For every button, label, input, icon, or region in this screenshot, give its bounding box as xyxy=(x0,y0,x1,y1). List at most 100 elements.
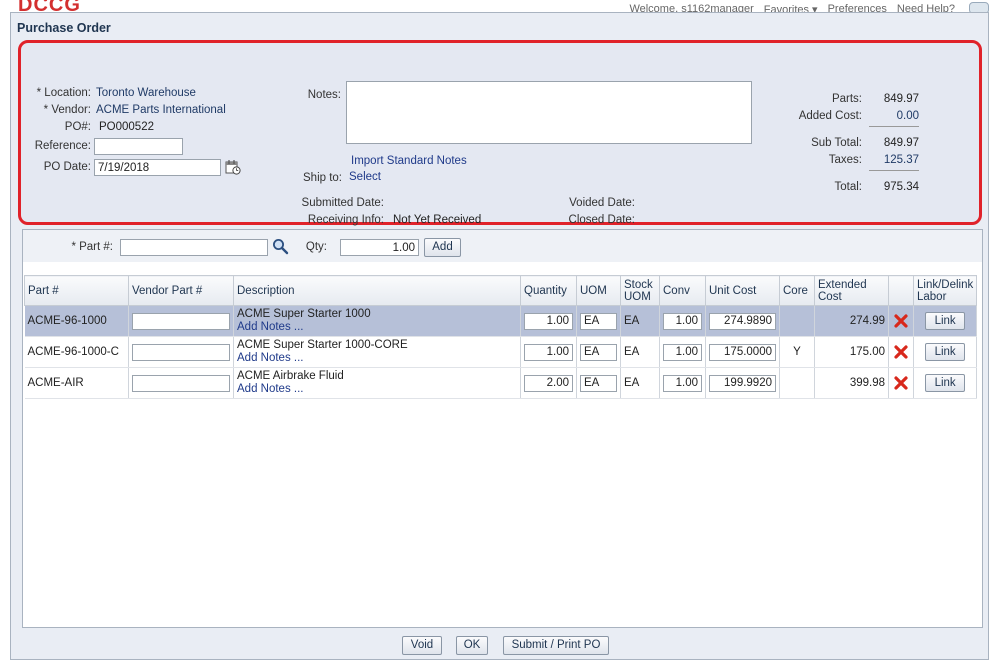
delete-icon[interactable] xyxy=(894,376,908,390)
reference-label: Reference: xyxy=(34,140,91,152)
total-label: Total: xyxy=(834,181,863,193)
cell-part: ACME-AIR xyxy=(24,367,129,399)
add-notes-link[interactable]: Add Notes ... xyxy=(237,321,517,334)
subtotal-value: 849.97 xyxy=(883,137,919,149)
voided-date-label: Voided Date: xyxy=(569,197,635,209)
app-logo: DCCG xyxy=(18,0,81,14)
cell-description: ACME Super Starter 1000-CORE Add Notes .… xyxy=(233,336,521,368)
uom-input[interactable] xyxy=(580,343,617,361)
po-number-value: PO000522 xyxy=(99,121,154,133)
col-header-link-labor[interactable]: Link/Delink Labor xyxy=(912,275,978,306)
uom-input[interactable] xyxy=(580,374,617,392)
vendor-label: * Vendor: xyxy=(43,104,91,116)
cell-uom xyxy=(576,305,621,337)
notes-textarea[interactable] xyxy=(346,81,752,144)
conv-input[interactable] xyxy=(663,374,702,392)
cell-link: Link xyxy=(913,336,978,368)
add-notes-link[interactable]: Add Notes ... xyxy=(237,383,517,396)
add-notes-link[interactable]: Add Notes ... xyxy=(237,352,517,365)
ship-to-select-link[interactable]: Select xyxy=(349,171,381,183)
po-date-input[interactable] xyxy=(94,159,221,176)
link-labor-button[interactable]: Link xyxy=(925,312,966,330)
dialog-title: Purchase Order xyxy=(17,21,111,35)
col-header-delete xyxy=(888,275,914,306)
parts-total-label: Parts: xyxy=(831,93,862,105)
vendor-part-input[interactable] xyxy=(132,374,230,392)
table-header-row: Part # Vendor Part # Description Quantit… xyxy=(24,275,978,306)
col-header-conv[interactable]: Conv xyxy=(659,275,706,306)
col-header-quantity[interactable]: Quantity xyxy=(520,275,577,306)
conv-input[interactable] xyxy=(663,312,702,330)
conv-input[interactable] xyxy=(663,343,702,361)
col-header-unit-cost[interactable]: Unit Cost xyxy=(705,275,780,306)
ok-button[interactable]: OK xyxy=(456,636,488,655)
calendar-icon[interactable] xyxy=(225,159,241,175)
void-button[interactable]: Void xyxy=(402,636,442,655)
totals-divider xyxy=(869,170,919,171)
add-part-bar: * Part #: Qty: Add xyxy=(23,230,982,262)
unit-cost-input[interactable] xyxy=(709,343,776,361)
cell-conv xyxy=(659,305,706,337)
col-header-extended-cost[interactable]: Extended Cost xyxy=(814,275,889,306)
unit-cost-input[interactable] xyxy=(709,374,776,392)
col-header-part[interactable]: Part # xyxy=(24,275,129,306)
vendor-value: ACME Parts International xyxy=(96,104,226,116)
cell-core xyxy=(779,367,815,399)
cell-delete xyxy=(888,367,914,399)
cell-extended-cost: 399.98 xyxy=(814,367,889,399)
search-icon[interactable] xyxy=(272,238,289,255)
col-header-uom[interactable]: UOM xyxy=(576,275,621,306)
cell-stock-uom: EA xyxy=(620,305,660,337)
vendor-part-input[interactable] xyxy=(132,312,230,330)
cell-delete xyxy=(888,305,914,337)
po-header-panel: * Location: Toronto Warehouse * Vendor: … xyxy=(18,40,982,226)
receiving-info-value: Not Yet Received xyxy=(393,214,482,226)
ship-to-label: Ship to: xyxy=(303,172,342,184)
cell-conv xyxy=(659,336,706,368)
submitted-date-label: Submitted Date: xyxy=(301,197,384,209)
reference-input[interactable] xyxy=(94,138,183,155)
description-text: ACME Super Starter 1000 xyxy=(237,308,371,320)
cell-conv xyxy=(659,367,706,399)
add-part-button[interactable]: Add xyxy=(424,238,461,257)
col-header-stock-uom[interactable]: Stock UOM xyxy=(620,275,660,306)
subtotal-label: Sub Total: xyxy=(811,137,862,149)
submit-print-po-button[interactable]: Submit / Print PO xyxy=(503,636,609,655)
cell-uom xyxy=(576,336,621,368)
taxes-label: Taxes: xyxy=(828,154,862,166)
cell-unit-cost xyxy=(705,305,780,337)
col-header-description[interactable]: Description xyxy=(233,275,521,306)
col-header-vendor-part[interactable]: Vendor Part # xyxy=(128,275,234,306)
link-labor-button[interactable]: Link xyxy=(925,343,966,361)
quantity-input[interactable] xyxy=(524,312,573,330)
cell-quantity xyxy=(520,305,577,337)
cell-stock-uom: EA xyxy=(620,367,660,399)
cell-link: Link xyxy=(913,305,978,337)
added-cost-value: 0.00 xyxy=(896,110,919,122)
location-label: * Location: xyxy=(36,87,91,99)
table-row[interactable]: ACME-AIR ACME Airbrake Fluid Add Notes .… xyxy=(24,367,978,399)
purchase-order-dialog: Purchase Order * Location: Toronto Wareh… xyxy=(10,12,989,660)
uom-input[interactable] xyxy=(580,312,617,330)
location-value: Toronto Warehouse xyxy=(96,87,196,99)
cell-vendor-part xyxy=(128,305,234,337)
import-standard-notes-link[interactable]: Import Standard Notes xyxy=(351,155,467,167)
unit-cost-input[interactable] xyxy=(709,312,776,330)
quantity-input[interactable] xyxy=(524,343,573,361)
description-text: ACME Airbrake Fluid xyxy=(237,370,344,382)
col-header-core[interactable]: Core xyxy=(779,275,815,306)
link-labor-button[interactable]: Link xyxy=(925,374,966,392)
vendor-part-input[interactable] xyxy=(132,343,230,361)
table-row[interactable]: ACME-96-1000-C ACME Super Starter 1000-C… xyxy=(24,336,978,368)
cell-core: Y xyxy=(779,336,815,368)
part-number-input[interactable] xyxy=(120,239,268,256)
total-value: 975.34 xyxy=(883,181,919,193)
cell-extended-cost: 175.00 xyxy=(814,336,889,368)
delete-icon[interactable] xyxy=(894,314,908,328)
qty-input[interactable] xyxy=(340,239,419,256)
table-row[interactable]: ACME-96-1000 ACME Super Starter 1000 Add… xyxy=(24,305,978,337)
quantity-input[interactable] xyxy=(524,374,573,392)
notes-label: Notes: xyxy=(307,89,341,101)
cell-part: ACME-96-1000 xyxy=(24,305,129,337)
delete-icon[interactable] xyxy=(894,345,908,359)
